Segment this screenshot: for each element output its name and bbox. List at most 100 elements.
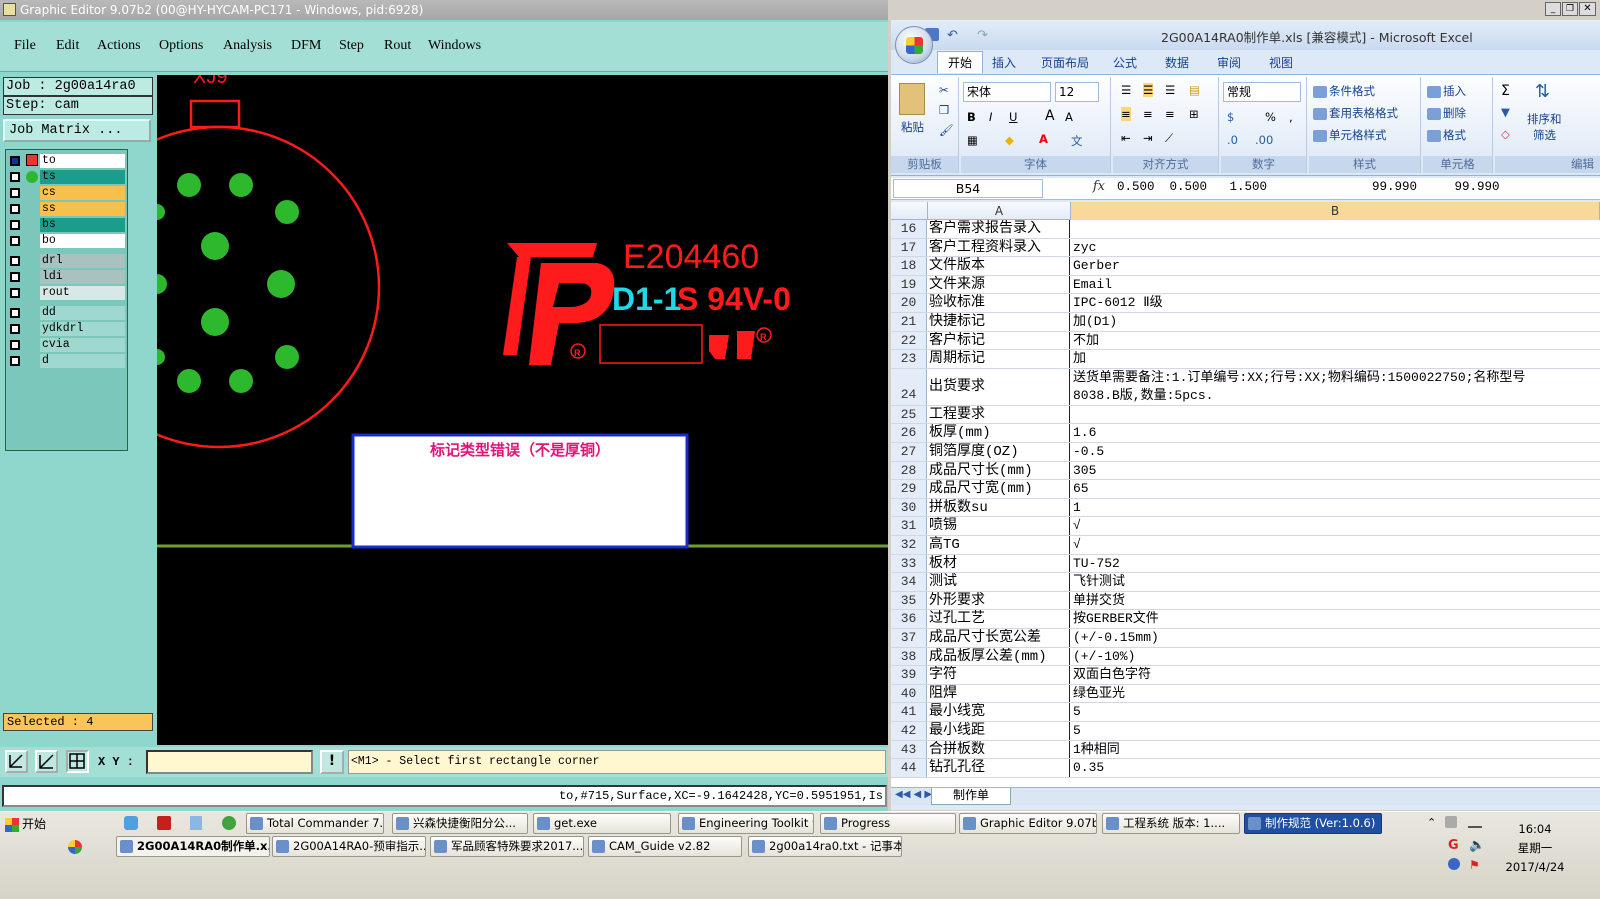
cell-a[interactable]: 板材 <box>928 554 1070 573</box>
cell-b[interactable] <box>1071 220 1600 238</box>
table-row[interactable]: 35 外形要求 单拼交货 <box>891 591 1600 611</box>
orientation-icon[interactable]: ⟋ <box>1165 131 1173 146</box>
row-number[interactable]: 23 <box>891 350 927 368</box>
fill-icon[interactable]: ▼ <box>1501 105 1510 119</box>
align-center-icon[interactable]: ≡ <box>1143 107 1153 121</box>
table-row[interactable]: 32 高TG √ <box>891 536 1600 555</box>
row-number[interactable]: 29 <box>891 480 927 498</box>
table-row[interactable]: 22 客户标记 不加 <box>891 331 1600 351</box>
align-middle-icon[interactable]: ☰ <box>1143 83 1154 97</box>
cell-b[interactable]: √ <box>1071 517 1600 535</box>
menu-actions[interactable]: Actions <box>97 38 141 54</box>
cell-a[interactable]: 出货要求 <box>928 368 1070 405</box>
table-row[interactable]: 43 合拼板数 1种相同 <box>891 740 1600 760</box>
tab-formulas[interactable]: 公式 <box>1113 54 1137 71</box>
menu-options[interactable]: Options <box>159 38 203 54</box>
cell-a[interactable]: 钻孔孔径 <box>928 759 1070 777</box>
table-row[interactable]: 37 成品尺寸长宽公差 (+/-0.15mm) <box>891 629 1600 648</box>
table-row[interactable]: 25 工程要求 <box>891 405 1600 425</box>
table-row[interactable]: 23 周期标记加 <box>891 350 1600 369</box>
cell-a[interactable]: 成品尺寸宽(mm) <box>928 480 1070 498</box>
layer-row[interactable]: cs <box>6 186 127 200</box>
task-pre-review[interactable]: 2G00A14RA0-预审指示... <box>272 836 426 857</box>
align-bottom-icon[interactable]: ☰ <box>1165 83 1175 97</box>
cell-a[interactable]: 客户工程资料录入 <box>928 238 1070 257</box>
shrink-font-button[interactable]: A <box>1065 110 1073 124</box>
cell-b[interactable]: 1种相同 <box>1071 741 1600 759</box>
cell-b[interactable]: 305 <box>1071 462 1600 480</box>
tab-view[interactable]: 视图 <box>1269 54 1293 71</box>
tab-insert[interactable]: 插入 <box>992 54 1016 71</box>
cell-a[interactable]: 测试 <box>928 573 1070 591</box>
cell-a[interactable]: 验收标准 <box>928 294 1070 312</box>
ge-title-bar[interactable]: Graphic Editor 9.07b2 (00@HY-HYCAM-PC171… <box>0 0 888 20</box>
row-number[interactable]: 32 <box>891 536 927 554</box>
menu-dfm[interactable]: DFM <box>291 38 321 54</box>
cell-a[interactable]: 最小线距 <box>928 722 1070 740</box>
table-row[interactable]: 16 客户需求报告录入 <box>891 220 1600 239</box>
app-tray-icon[interactable] <box>68 840 82 854</box>
ie-icon[interactable] <box>222 816 236 830</box>
insert-cells-button[interactable]: 插入 <box>1427 83 1466 99</box>
row-number[interactable]: 18 <box>891 257 927 275</box>
cell-a[interactable]: 客户标记 <box>928 331 1070 350</box>
xl-title-bar[interactable]: 2G00A14RA0制作单.xls [兼容模式] - Microsoft Exc… <box>891 20 1600 50</box>
table-row[interactable]: 36 过孔工艺 按GERBER文件 <box>891 610 1600 629</box>
cell-b[interactable]: 加 <box>1071 350 1600 368</box>
percent-icon[interactable]: % <box>1265 110 1276 124</box>
table-row[interactable]: 18 文件版本 Gerber <box>891 257 1600 276</box>
cell-a[interactable]: 周期标记 <box>928 350 1070 368</box>
cell-a[interactable]: 高TG <box>928 536 1070 554</box>
table-row[interactable]: 26 板厚(mm) 1.6 <box>891 424 1600 443</box>
format-cells-button[interactable]: 格式 <box>1427 127 1466 143</box>
sort-filter-icon[interactable]: ⇅ <box>1535 81 1550 102</box>
cell-a[interactable]: 拼板数su <box>928 498 1070 517</box>
row-number[interactable]: 40 <box>891 684 927 703</box>
cell-b[interactable]: 双面白色字符 <box>1071 666 1600 684</box>
layer-row[interactable]: bs <box>6 218 127 232</box>
cell-b[interactable]: IPC-6012 Ⅱ级 <box>1071 294 1600 312</box>
layer-checkbox[interactable] <box>10 308 20 318</box>
cell-a[interactable]: 快捷标记 <box>928 313 1070 331</box>
layer-row[interactable]: d <box>6 354 127 368</box>
font-size-select[interactable]: 12 <box>1055 82 1099 102</box>
layer-name[interactable]: cs <box>40 186 125 200</box>
volume-icon[interactable]: 🔈 <box>1469 838 1485 853</box>
layer-checkbox[interactable] <box>10 188 20 198</box>
align-top-icon[interactable]: ☰ <box>1121 83 1131 97</box>
cell-b[interactable]: 送货单需要备注:1.订单编号:XX;行号:XX;物料编码:1500022750;… <box>1071 369 1600 405</box>
xy-input[interactable] <box>146 750 313 774</box>
task-total-commander[interactable]: Total Commander 7.0... <box>246 813 384 834</box>
paste-button[interactable]: 粘贴 <box>901 119 924 135</box>
cell-b[interactable]: √ <box>1071 536 1600 554</box>
outdent-icon[interactable]: ⇥ <box>1143 131 1153 145</box>
cell-a[interactable]: 成品尺寸长宽公差 <box>928 629 1070 647</box>
row-number[interactable]: 31 <box>891 517 927 535</box>
cut-icon[interactable]: ✂ <box>939 83 949 97</box>
row-number[interactable]: 20 <box>891 294 927 312</box>
cell-a[interactable]: 客户需求报告录入 <box>928 220 1070 238</box>
menu-edit[interactable]: Edit <box>56 38 79 54</box>
task-notepad[interactable]: 2g00a14ra0.txt - 记事本 <box>748 836 902 857</box>
cell-a[interactable]: 文件来源 <box>928 275 1070 294</box>
layer-name[interactable]: dd <box>40 306 125 320</box>
start-button[interactable]: 开始 <box>2 814 50 836</box>
row-number[interactable]: 34 <box>891 573 927 591</box>
menu-rout[interactable]: Rout <box>384 38 411 54</box>
task-spec[interactable]: 制作规范 (Ver:1.0.6) <box>1244 813 1382 834</box>
grow-font-button[interactable]: A <box>1045 108 1055 124</box>
row-number[interactable]: 19 <box>891 275 927 294</box>
cell-a[interactable]: 字符 <box>928 666 1070 684</box>
layer-row[interactable]: ts <box>6 170 127 184</box>
row-number[interactable]: 41 <box>891 703 927 721</box>
flag-icon[interactable]: ⚑ <box>1469 858 1480 872</box>
delete-cells-button[interactable]: 删除 <box>1427 105 1466 121</box>
row-number[interactable]: 33 <box>891 554 927 573</box>
layer-checkbox[interactable] <box>10 272 20 282</box>
printer-icon[interactable] <box>1445 816 1457 828</box>
layer-name[interactable]: bs <box>40 218 125 232</box>
network-icon[interactable] <box>1468 816 1482 828</box>
number-format-select[interactable]: 常规 <box>1223 82 1301 102</box>
task-graphic-editor[interactable]: Graphic Editor 9.07b2... <box>959 813 1097 834</box>
row-number[interactable]: 43 <box>891 740 927 759</box>
